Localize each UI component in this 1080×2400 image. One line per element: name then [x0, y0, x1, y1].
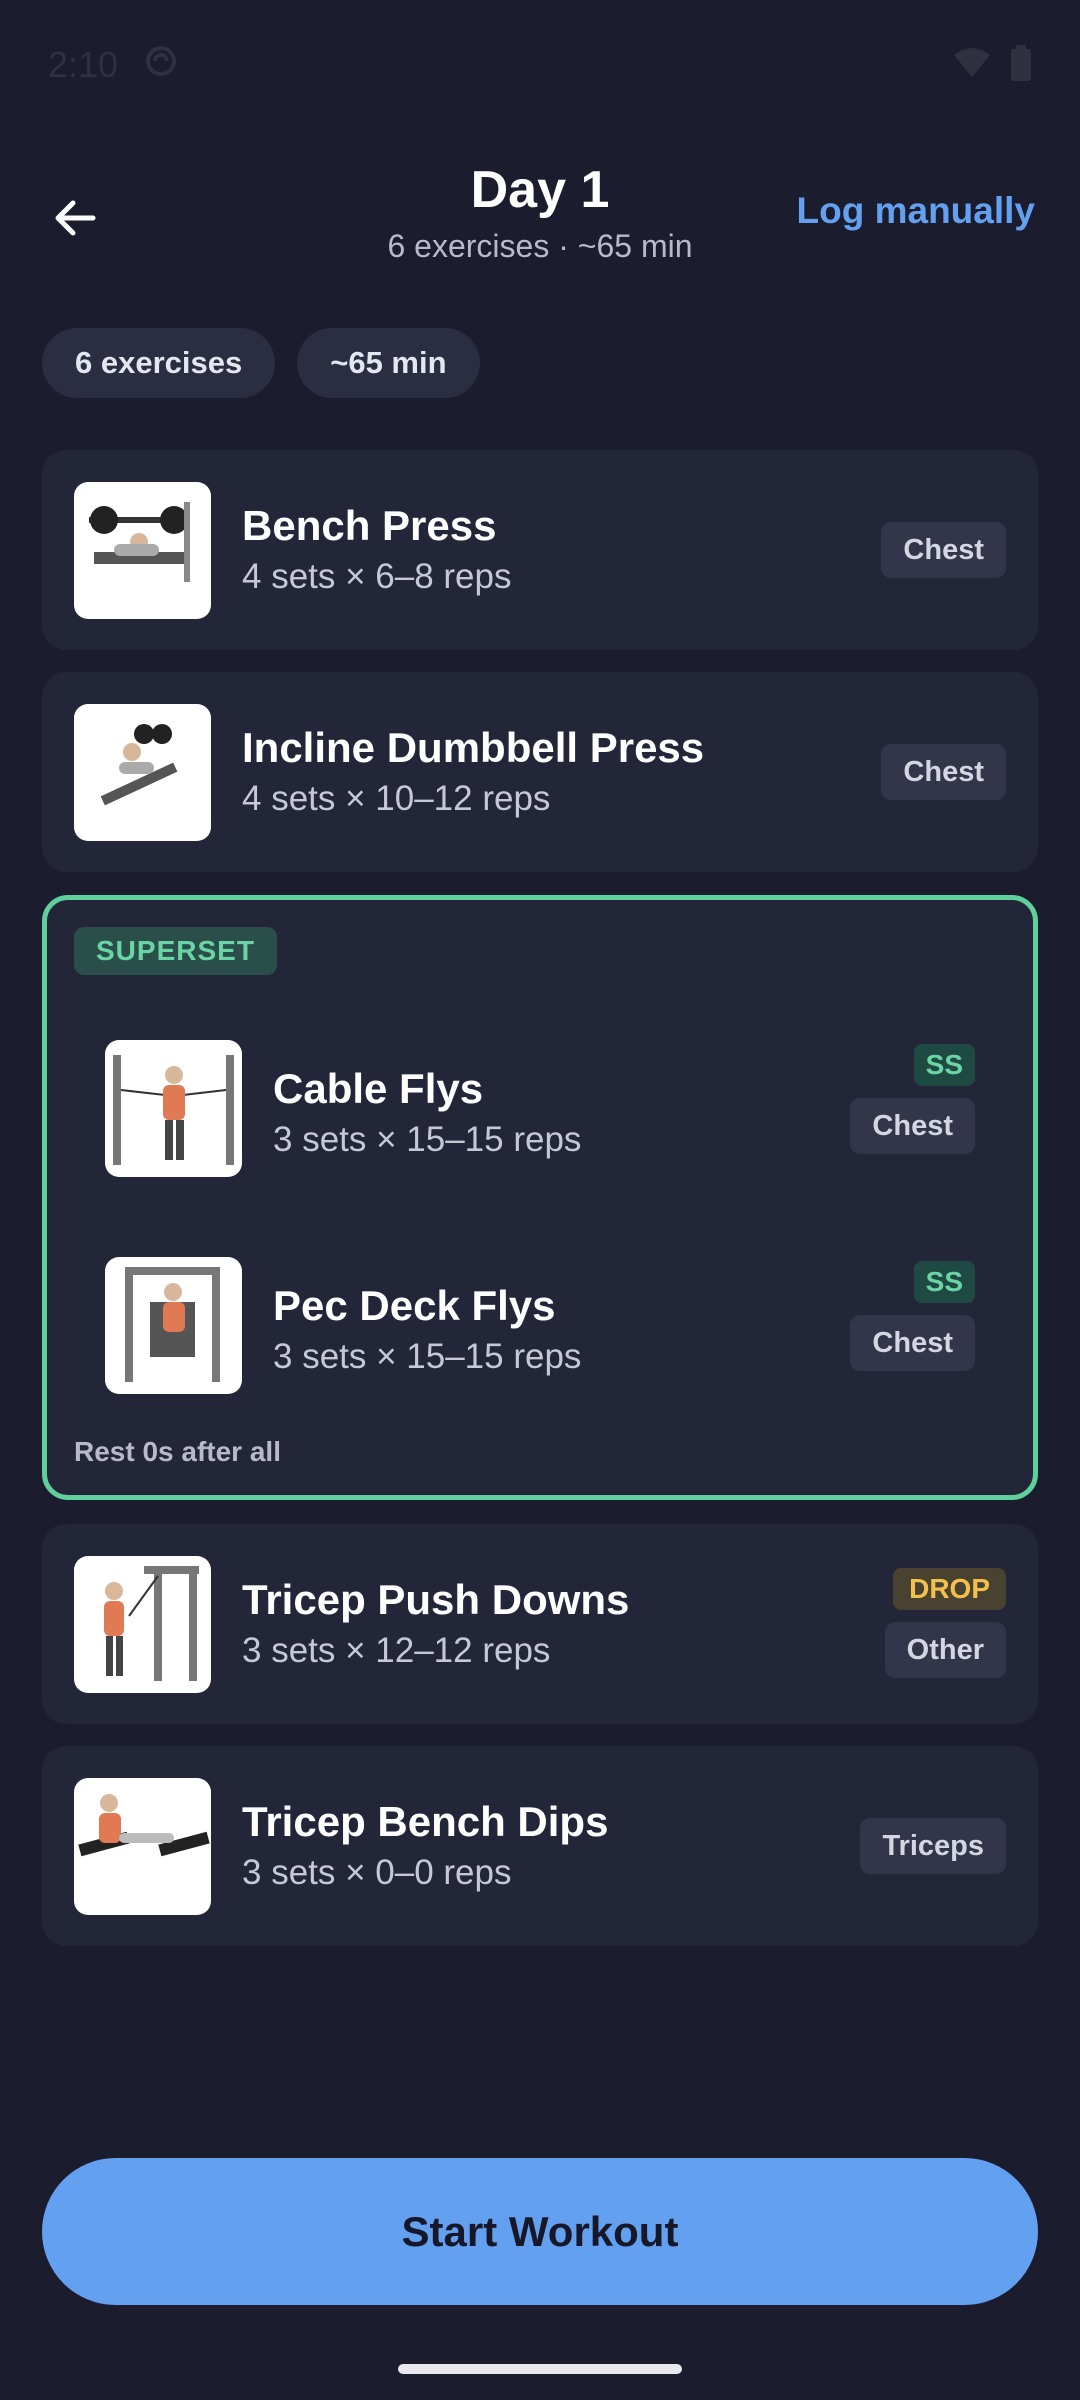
exercise-detail: 3 sets × 0–0 reps	[242, 1853, 512, 1892]
exercise-name: Pec Deck Flys	[273, 1282, 556, 1329]
muscle-tag: Chest	[850, 1315, 975, 1371]
superset-rest-text: Rest 0s after all	[74, 1436, 281, 1467]
sync-icon	[144, 44, 178, 87]
exercise-count-chip: 6 exercises	[42, 328, 276, 398]
exercise-detail: 4 sets × 6–8 reps	[242, 557, 512, 596]
page-subtitle: 6 exercises · ~65 min	[387, 228, 693, 264]
exercise-card-incline-dumbbell-press[interactable]: Incline Dumbbell Press 4 sets × 10–12 re…	[42, 672, 1038, 872]
muscle-tag: Triceps	[860, 1818, 1006, 1874]
wifi-icon	[952, 47, 992, 84]
header: Day 1 6 exercises · ~65 min Log manually	[0, 150, 1080, 280]
exercise-detail: 3 sets × 15–15 reps	[273, 1120, 582, 1159]
muscle-tag: Chest	[881, 744, 1006, 800]
exercise-detail: 3 sets × 15–15 reps	[273, 1337, 582, 1376]
start-workout-button[interactable]: Start Workout	[42, 2158, 1038, 2305]
exercise-thumbnail	[105, 1257, 242, 1394]
exercise-thumbnail	[74, 1778, 211, 1915]
exercise-card-bench-press[interactable]: Bench Press 4 sets × 6–8 reps Chest	[42, 450, 1038, 650]
exercise-thumbnail	[74, 1556, 211, 1693]
exercise-card-tricep-push-downs[interactable]: Tricep Push Downs 3 sets × 12–12 reps DR…	[42, 1524, 1038, 1724]
exercise-name: Bench Press	[242, 502, 497, 549]
exercise-thumbnail	[74, 482, 211, 619]
drop-set-badge: DROP	[893, 1568, 1006, 1610]
summary-chips: 6 exercises ~65 min	[42, 328, 480, 398]
superset-indicator-badge: SS	[913, 1261, 975, 1303]
muscle-tag: Chest	[850, 1098, 975, 1154]
superset-item-pec-deck-flys[interactable]: Pec Deck Flys 3 sets × 15–15 reps SS Che…	[47, 1237, 1033, 1407]
superset-indicator-badge: SS	[913, 1044, 975, 1086]
superset-item-cable-flys[interactable]: Cable Flys 3 sets × 15–15 reps SS Chest	[47, 1020, 1033, 1190]
home-indicator[interactable]	[398, 2364, 682, 2374]
exercise-detail: 4 sets × 10–12 reps	[242, 779, 551, 818]
superset-group: SUPERSET Cable Flys 3 sets × 15–15 reps …	[42, 895, 1038, 1500]
exercise-detail: 3 sets × 12–12 reps	[242, 1631, 551, 1670]
muscle-tag: Chest	[881, 522, 1006, 578]
exercise-name: Tricep Push Downs	[242, 1576, 630, 1623]
exercise-thumbnail	[105, 1040, 242, 1177]
exercise-card-tricep-bench-dips[interactable]: Tricep Bench Dips 3 sets × 0–0 reps Tric…	[42, 1746, 1038, 1946]
log-manually-button[interactable]: Log manually	[797, 190, 1035, 232]
exercise-thumbnail	[74, 704, 211, 841]
battery-icon	[1010, 44, 1032, 86]
status-bar: 2:10	[0, 0, 1080, 130]
exercise-name: Tricep Bench Dips	[242, 1798, 609, 1845]
duration-chip: ~65 min	[297, 328, 480, 398]
muscle-tag: Other	[884, 1622, 1006, 1678]
superset-badge: SUPERSET	[74, 927, 277, 975]
status-time: 2:10	[48, 44, 119, 85]
exercise-name: Incline Dumbbell Press	[242, 724, 705, 771]
exercise-name: Cable Flys	[273, 1065, 484, 1112]
